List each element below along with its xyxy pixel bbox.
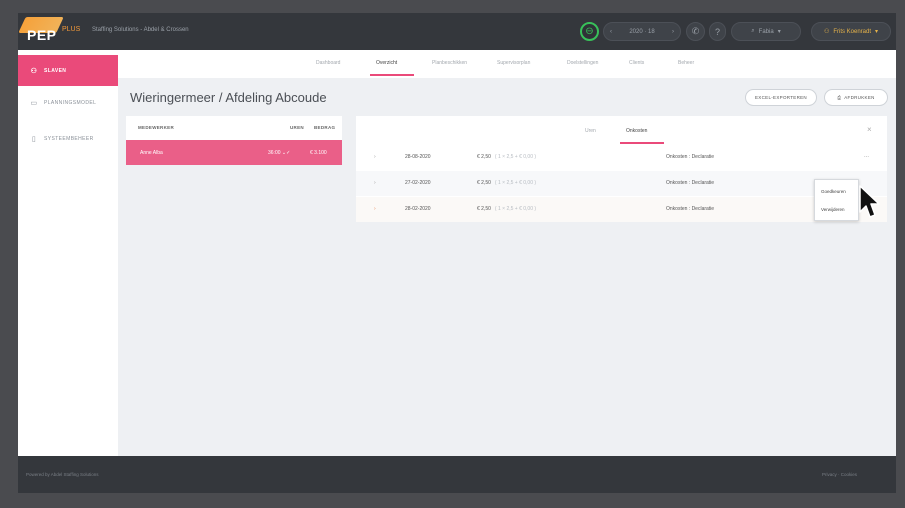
date-navigator: ‹ 2020 · 18 › bbox=[603, 22, 681, 41]
date-prev-button[interactable]: ‹ bbox=[610, 29, 612, 35]
timer-icon: ⊖ bbox=[585, 26, 594, 37]
sidebar-item-systeembeheer[interactable]: ▯ Systeembeheer bbox=[18, 123, 118, 154]
detail-panel: Uren Onkosten × › 28-08-2020 € 2,50( 1 ×… bbox=[356, 116, 887, 222]
footer: Powered by Abdel Staffing Solutions Priv… bbox=[18, 456, 896, 493]
expense-calc: ( 1 × 2,5 + € 0,00 ) bbox=[494, 154, 537, 160]
chevron-down-icon: ▾ bbox=[777, 29, 781, 35]
breadcrumb[interactable]: Staffing Solutions - Abdel & Crossen bbox=[92, 27, 189, 33]
excel-export-button[interactable]: EXCEL-EXPORTEREN bbox=[745, 89, 817, 106]
logo-plus: PLUS bbox=[62, 26, 81, 33]
search-icon: ⌕ bbox=[751, 28, 755, 34]
employee-name: Anne Alba bbox=[140, 150, 163, 156]
expense-date: 28-08-2020 bbox=[405, 154, 431, 160]
sidebar-item-label: Slaven bbox=[44, 67, 67, 74]
sidebar: ⚇ Slaven ▭ Planningsmodel ▯ Systeembehee… bbox=[18, 50, 118, 456]
subtab-onkosten[interactable]: Onkosten bbox=[626, 128, 647, 134]
chevron-down-icon: ▾ bbox=[875, 29, 879, 35]
print-button[interactable]: ⎙ AFDRUKKEN bbox=[824, 89, 888, 106]
expense-date: 28-02-2020 bbox=[405, 206, 431, 212]
expense-calc: ( 1 × 2,5 + € 0,00 ) bbox=[494, 206, 537, 212]
menu-item-goedkeuren[interactable]: Goedkeuren bbox=[821, 189, 846, 194]
app-logo[interactable]: PEP PLUS bbox=[18, 17, 84, 45]
employee-row[interactable]: Anne Alba 36:00 ⌄✓ € 3.100 bbox=[126, 140, 342, 165]
sidebar-item-planningsmodel[interactable]: ▭ Planningsmodel bbox=[18, 87, 118, 118]
users-icon: ⚇ bbox=[30, 67, 38, 75]
footer-links[interactable]: Privacy · Cookies bbox=[822, 472, 857, 477]
mouse-cursor-icon bbox=[859, 185, 880, 218]
row-more-icon[interactable]: ⋯ bbox=[864, 154, 869, 160]
menu-item-verwijderen[interactable]: Verwijderen bbox=[821, 207, 845, 212]
print-icon: ⎙ bbox=[837, 95, 842, 100]
expense-amount: € 2,50( 1 × 2,5 + € 0,00 ) bbox=[477, 154, 536, 160]
expense-amount-value: € 2,50 bbox=[477, 206, 491, 212]
column-header-hours[interactable]: UREN bbox=[290, 125, 304, 130]
excel-export-label: EXCEL-EXPORTEREN bbox=[755, 95, 807, 100]
top-bar: PEP PLUS Staffing Solutions - Abdel & Cr… bbox=[18, 13, 896, 50]
expense-row[interactable]: › 28-08-2020 € 2,50( 1 × 2,5 + € 0,00 ) … bbox=[356, 145, 887, 170]
logo-text: PEP bbox=[27, 27, 57, 43]
sidebar-item-label: Systeembeheer bbox=[44, 135, 94, 142]
column-header-name[interactable]: MEDEWERKER bbox=[138, 125, 174, 130]
expense-type: Onkosten : Declaratie bbox=[666, 154, 715, 160]
phone-icon: ✆ bbox=[691, 26, 700, 36]
active-tab-indicator bbox=[370, 74, 414, 76]
tab-bar: Dashboard Overzicht Planbeschikken Super… bbox=[118, 50, 896, 78]
tab-beheer[interactable]: Beheer bbox=[678, 60, 694, 66]
employee-list-header: MEDEWERKER UREN BEDRAG bbox=[126, 116, 342, 138]
tab-supervisorplan[interactable]: Supervisorplan bbox=[497, 60, 530, 66]
tab-clients[interactable]: Clients bbox=[629, 60, 644, 66]
language-value: Fabia bbox=[758, 28, 774, 35]
sidebar-item-label: Planningsmodel bbox=[44, 99, 97, 106]
tab-doelstellingen[interactable]: Doelstellingen bbox=[567, 60, 598, 66]
help-icon: ? bbox=[714, 26, 720, 37]
sidebar-item-slaven[interactable]: ⚇ Slaven bbox=[18, 55, 118, 86]
calendar-icon: ▭ bbox=[30, 99, 38, 107]
help-button[interactable]: ? bbox=[709, 22, 726, 41]
expense-date: 27-02-2020 bbox=[405, 180, 431, 186]
timer-button[interactable]: ⊖ bbox=[580, 22, 599, 41]
expense-amount-value: € 2,50 bbox=[477, 180, 491, 186]
employee-hours: 36:00 ⌄✓ bbox=[268, 150, 291, 156]
user-name: Frits Koenradt bbox=[833, 28, 872, 35]
phone-button[interactable]: ✆ bbox=[686, 22, 705, 41]
tab-dashboard[interactable]: Dashboard bbox=[316, 60, 340, 66]
expense-row[interactable]: › 28-02-2020 € 2,50( 1 × 2,5 + € 0,00 ) … bbox=[356, 197, 887, 222]
user-menu[interactable]: ⚇ Frits Koenradt ▾ bbox=[811, 22, 891, 41]
row-action-menu: Goedkeuren Verwijderen bbox=[814, 179, 859, 221]
print-label: AFDRUKKEN bbox=[844, 95, 875, 100]
expense-amount: € 2,50( 1 × 2,5 + € 0,00 ) bbox=[477, 206, 536, 212]
active-subtab-indicator bbox=[620, 142, 664, 144]
tab-planbeschikken[interactable]: Planbeschikken bbox=[432, 60, 467, 66]
subtab-uren[interactable]: Uren bbox=[585, 128, 596, 134]
expense-amount-value: € 2,50 bbox=[477, 154, 491, 160]
expense-type: Onkosten : Declaratie bbox=[666, 206, 715, 212]
footer-text: Powered by Abdel Staffing Solutions bbox=[26, 472, 99, 477]
app-window: PEP PLUS Staffing Solutions - Abdel & Cr… bbox=[18, 13, 896, 493]
expense-type: Onkosten : Declaratie bbox=[666, 180, 715, 186]
user-icon: ⚇ bbox=[823, 29, 830, 35]
page-title: Wieringermeer / Afdeling Abcoude bbox=[130, 90, 327, 105]
language-select[interactable]: ⌕ Fabia ▾ bbox=[731, 22, 801, 41]
expand-chevron-icon[interactable]: › bbox=[374, 206, 376, 212]
tab-overzicht[interactable]: Overzicht bbox=[376, 60, 397, 66]
date-next-button[interactable]: › bbox=[672, 29, 674, 35]
expand-chevron-icon[interactable]: › bbox=[374, 154, 376, 160]
date-label: 2020 · 18 bbox=[629, 28, 655, 35]
employee-list: MEDEWERKER UREN BEDRAG Anne Alba 36:00 ⌄… bbox=[126, 116, 342, 165]
expense-calc: ( 1 × 2,5 + € 0,00 ) bbox=[494, 180, 537, 186]
expand-chevron-icon[interactable]: › bbox=[374, 180, 376, 186]
document-icon: ▯ bbox=[31, 135, 37, 143]
employee-amount: € 3.100 bbox=[310, 150, 327, 156]
expense-row[interactable]: › 27-02-2020 € 2,50( 1 × 2,5 + € 0,00 ) … bbox=[356, 171, 887, 196]
column-header-amount[interactable]: BEDRAG bbox=[314, 125, 335, 130]
expense-amount: € 2,50( 1 × 2,5 + € 0,00 ) bbox=[477, 180, 536, 186]
close-icon[interactable]: × bbox=[867, 125, 872, 134]
